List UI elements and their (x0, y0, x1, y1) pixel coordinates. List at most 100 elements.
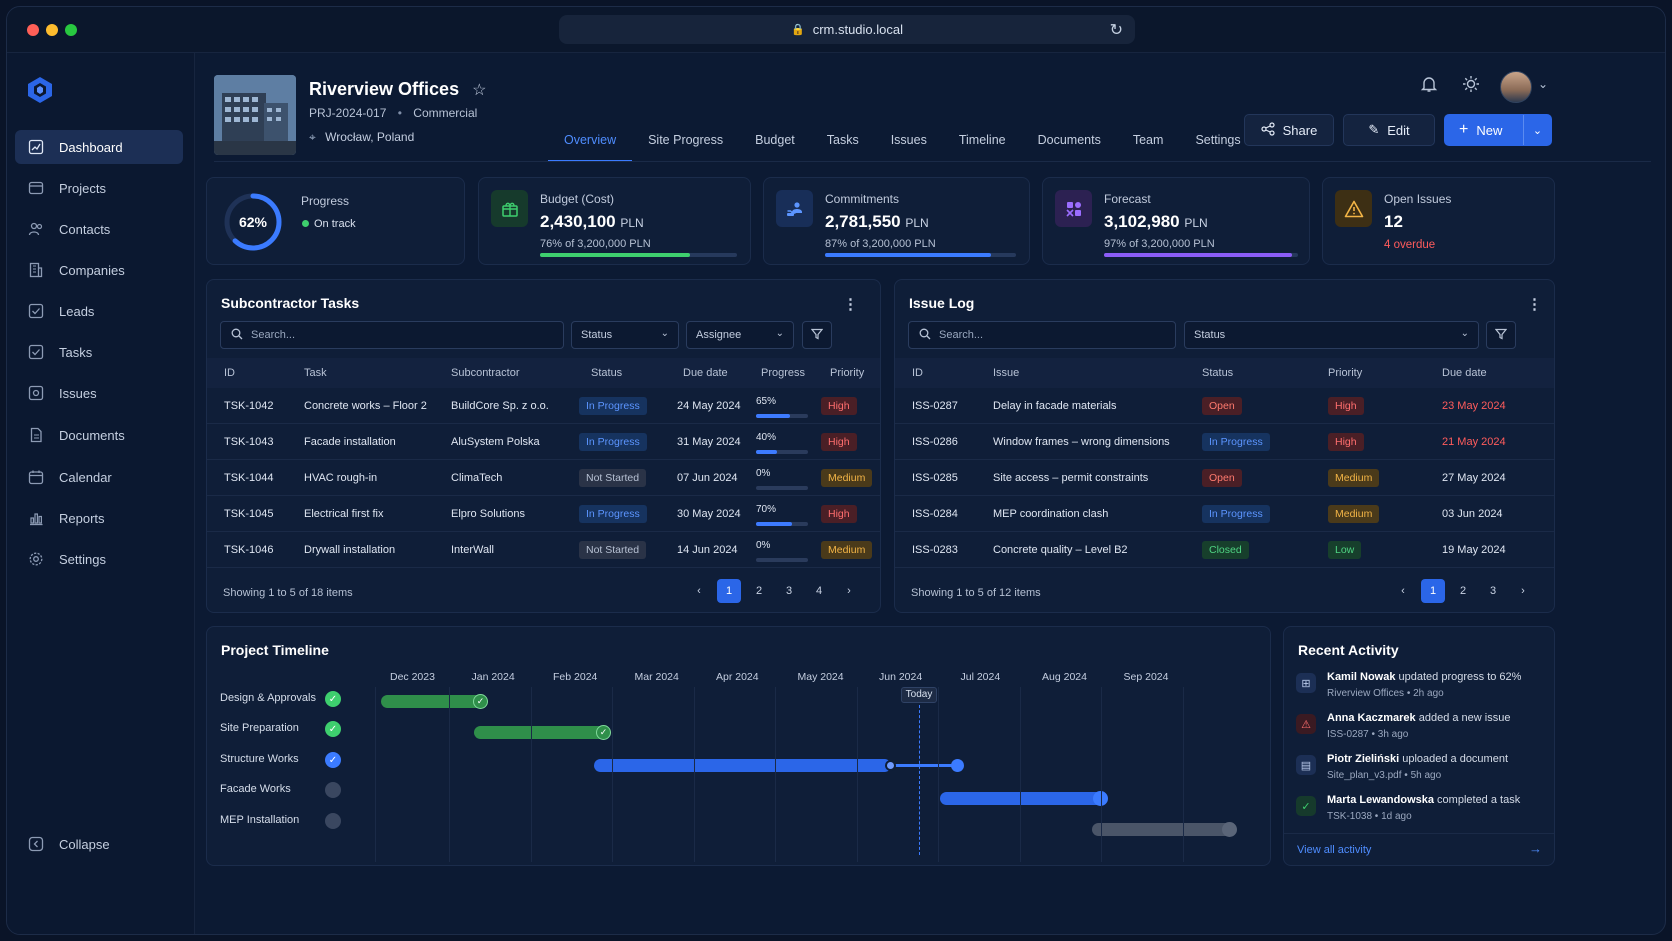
column-header[interactable]: Priority (1328, 367, 1362, 379)
issue-id[interactable]: ISS-0287 (912, 400, 958, 412)
tab-documents[interactable]: Documents (1022, 125, 1117, 159)
table-row[interactable]: TSK-1044 HVAC rough-in ClimaTech Not Starte… (207, 460, 880, 496)
sidebar-item-calendar[interactable]: Calendar (15, 460, 183, 494)
task-id[interactable]: TSK-1045 (224, 508, 274, 520)
column-header[interactable]: Task (304, 367, 327, 379)
column-header[interactable]: Due date (683, 367, 728, 379)
activity-item[interactable]: Kamil Nowak updated progress to 62% (1327, 671, 1521, 683)
page-button[interactable]: 1 (1421, 579, 1445, 603)
next-page-button[interactable]: › (1511, 579, 1535, 603)
reload-icon[interactable]: ↻ (1110, 20, 1123, 40)
table-row[interactable]: ISS-0283 Concrete quality – Level B2 Close… (895, 532, 1554, 568)
tab-site-progress[interactable]: Site Progress (632, 125, 739, 159)
status-filter-select[interactable]: Status ⌄ (571, 321, 679, 349)
timeline-bar-design[interactable] (381, 695, 487, 708)
new-button[interactable]: + New ⌄ (1444, 114, 1552, 146)
table-row[interactable]: ISS-0287 Delay in facade materials Open Hig… (895, 388, 1554, 424)
page-button[interactable]: 2 (747, 579, 771, 603)
task-id[interactable]: TSK-1044 (224, 472, 274, 484)
task-id[interactable]: TSK-1046 (224, 544, 274, 556)
activity-item[interactable]: Marta Lewandowska completed a task (1327, 794, 1520, 806)
sidebar-item-tasks[interactable]: Tasks (15, 335, 183, 369)
issues-search-input[interactable]: Search... (908, 321, 1176, 349)
chevron-down-icon[interactable]: ⌄ (1538, 77, 1548, 91)
more-options-icon[interactable]: ⋮ (1527, 295, 1542, 313)
share-button[interactable]: Share (1244, 114, 1334, 146)
prev-page-button[interactable]: ‹ (687, 579, 711, 603)
tasks-pagination-summary: Showing 1 to 5 of 18 items (223, 587, 353, 599)
filter-button[interactable] (1486, 321, 1516, 349)
theme-toggle-icon[interactable] (1462, 75, 1480, 98)
task-id[interactable]: TSK-1043 (224, 436, 274, 448)
column-header[interactable]: Status (1202, 367, 1233, 379)
task-id[interactable]: TSK-1042 (224, 400, 274, 412)
new-dropdown-chevron-icon[interactable]: ⌄ (1523, 115, 1551, 145)
sidebar-item-contacts[interactable]: Contacts (15, 212, 183, 246)
check-circle-icon: ✓ (325, 691, 341, 707)
activity-item[interactable]: Piotr Zieliński uploaded a document (1327, 753, 1508, 765)
filter-button[interactable] (802, 321, 832, 349)
tab-issues[interactable]: Issues (875, 125, 943, 159)
collapse-sidebar-button[interactable]: Collapse (15, 827, 183, 861)
table-row[interactable]: TSK-1046 Drywall installation InterWall Not… (207, 532, 880, 568)
sidebar-item-reports[interactable]: Reports (15, 501, 183, 535)
tab-team[interactable]: Team (1117, 125, 1180, 159)
sidebar-item-documents[interactable]: Documents (15, 418, 183, 452)
sidebar-item-dashboard[interactable]: Dashboard (15, 130, 183, 164)
activity-item[interactable]: Anna Kaczmarek added a new issue (1327, 712, 1510, 724)
timeline-bar-facade[interactable] (940, 792, 1104, 805)
tab-overview[interactable]: Overview (548, 125, 633, 162)
bell-icon[interactable] (1420, 75, 1438, 98)
table-row[interactable]: TSK-1045 Electrical first fix Elpro Soluti… (207, 496, 880, 532)
issue-id[interactable]: ISS-0286 (912, 436, 958, 448)
tab-timeline[interactable]: Timeline (943, 125, 1022, 159)
view-all-activity-link[interactable]: View all activity (1297, 844, 1371, 856)
address-bar[interactable]: 🔒 crm.studio.local ↻ (559, 15, 1135, 44)
edit-button[interactable]: ✎ Edit (1343, 114, 1435, 146)
sidebar-item-leads[interactable]: Leads (15, 294, 183, 328)
timeline-bar-structure[interactable] (594, 759, 891, 772)
issue-status-filter-select[interactable]: Status ⌄ (1184, 321, 1479, 349)
table-row[interactable]: TSK-1042 Concrete works – Floor 2 BuildCor… (207, 388, 880, 424)
sidebar-item-issues[interactable]: Issues (15, 376, 183, 410)
sidebar-item-projects[interactable]: Projects (15, 171, 183, 205)
column-header[interactable]: Progress (761, 367, 805, 379)
star-icon[interactable]: ☆ (472, 82, 486, 99)
table-row[interactable]: ISS-0284 MEP coordination clash In Progres… (895, 496, 1554, 532)
page-button[interactable]: 4 (807, 579, 831, 603)
issue-id[interactable]: ISS-0285 (912, 472, 958, 484)
next-page-button[interactable]: › (837, 579, 861, 603)
app-logo[interactable] (25, 75, 55, 105)
page-button[interactable]: 3 (777, 579, 801, 603)
assignee-filter-select[interactable]: Assignee ⌄ (686, 321, 794, 349)
issue-id[interactable]: ISS-0283 (912, 544, 958, 556)
column-header[interactable]: Priority (830, 367, 864, 379)
arrow-right-icon[interactable]: → (1529, 841, 1542, 856)
timeline-bar-mep[interactable] (1092, 823, 1233, 836)
column-header[interactable]: ID (224, 367, 235, 379)
issue-id[interactable]: ISS-0284 (912, 508, 958, 520)
tab-tasks[interactable]: Tasks (811, 125, 875, 159)
column-header[interactable]: Status (591, 367, 622, 379)
page-button[interactable]: 2 (1451, 579, 1475, 603)
column-header[interactable]: Issue (993, 367, 1019, 379)
close-window-button[interactable] (27, 24, 39, 36)
prev-page-button[interactable]: ‹ (1391, 579, 1415, 603)
page-button[interactable]: 3 (1481, 579, 1505, 603)
column-header[interactable]: ID (912, 367, 923, 379)
table-row[interactable]: ISS-0286 Window frames – wrong dimensions… (895, 424, 1554, 460)
more-options-icon[interactable]: ⋮ (843, 295, 858, 313)
avatar[interactable] (1500, 71, 1532, 103)
timeline-bar-site-prep[interactable] (474, 726, 608, 739)
page-button[interactable]: 1 (717, 579, 741, 603)
minimize-window-button[interactable] (46, 24, 58, 36)
tab-budget[interactable]: Budget (739, 125, 811, 159)
sidebar-item-companies[interactable]: Companies (15, 253, 183, 287)
table-row[interactable]: ISS-0285 Site access – permit constraints… (895, 460, 1554, 496)
sidebar-item-settings[interactable]: Settings (15, 542, 183, 576)
tasks-search-input[interactable]: Search... (220, 321, 564, 349)
table-row[interactable]: TSK-1043 Facade installation AluSystem Pol… (207, 424, 880, 460)
column-header[interactable]: Subcontractor (451, 367, 519, 379)
column-header[interactable]: Due date (1442, 367, 1487, 379)
maximize-window-button[interactable] (65, 24, 77, 36)
